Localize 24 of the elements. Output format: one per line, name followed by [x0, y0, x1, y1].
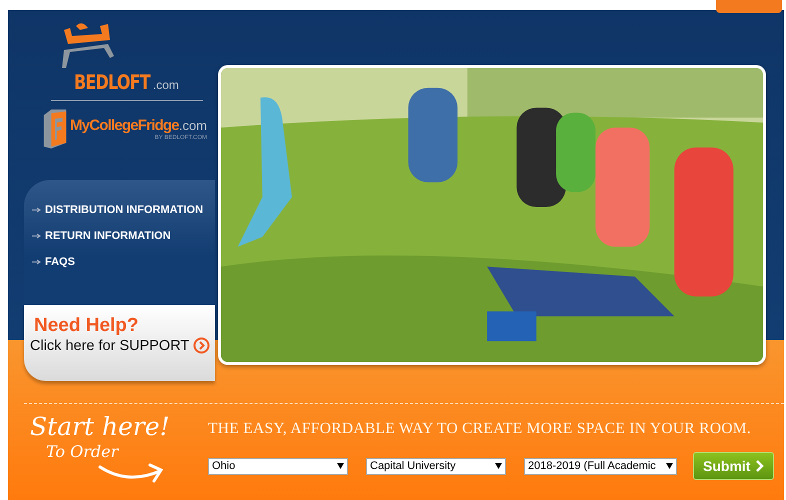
dropdown[interactable]: Capital University — [366, 458, 506, 474]
logo-domain: .com — [152, 78, 179, 92]
support-link[interactable]: Click here for SUPPORT — [30, 337, 210, 354]
arrow-icon — [32, 259, 41, 265]
nav-link[interactable]: DISTRIBUTION INFORMATION — [32, 204, 204, 216]
start-heading: Start here! — [30, 412, 170, 442]
logo-text[interactable]: BEDLOFT — [74, 70, 150, 94]
nav-link[interactable]: RETURN INFORMATION — [32, 230, 171, 242]
logo-text[interactable]: MyCollegeFridge — [70, 117, 179, 134]
chevron-icon — [756, 460, 764, 472]
caret-icon — [337, 463, 344, 469]
chevron-circle-icon — [193, 337, 210, 354]
tagline: THE EASY, AFFORDABLE WAY TO CREATE MORE SPACE IN YOUR ROOM. — [208, 420, 752, 438]
caret-icon — [666, 463, 673, 469]
start-subheading: To Order — [46, 442, 118, 461]
help-title: Need Help? — [34, 315, 139, 337]
caret-icon — [495, 463, 502, 469]
arrow-icon — [32, 233, 41, 239]
fridge-icon — [42, 109, 68, 149]
nav-link[interactable]: FAQS — [32, 256, 75, 268]
arrow-icon — [32, 207, 41, 213]
dropdown[interactable]: Ohio — [208, 458, 348, 474]
dropdown[interactable]: 2018-2019 (Full Academic — [524, 458, 677, 474]
logo-domain: .com — [178, 118, 208, 133]
